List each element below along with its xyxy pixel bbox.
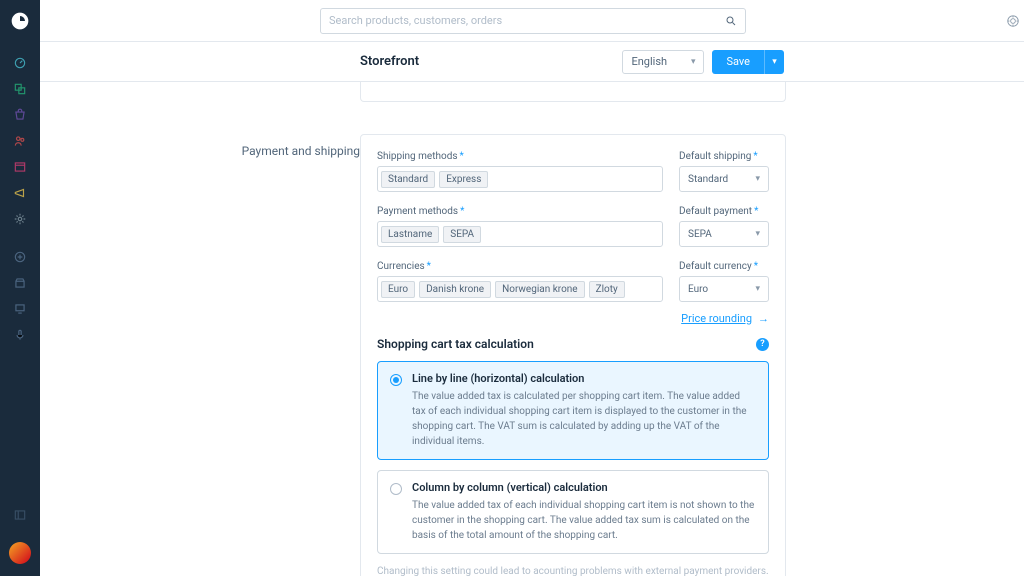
tax-option-horizontal[interactable]: Line by line (horizontal) calculation Th… [377, 361, 769, 460]
search-input[interactable] [329, 14, 725, 27]
language-select[interactable]: English ▾ [622, 50, 704, 74]
price-rounding-link[interactable]: Price rounding [681, 312, 752, 325]
tax-option-desc: The value added tax is calculated per sh… [412, 389, 756, 449]
nav-item-catalog[interactable] [0, 76, 40, 102]
default-payment-select[interactable]: SEPA▾ [679, 221, 769, 247]
radio-icon [390, 374, 402, 386]
tax-warning: Changing this setting could lead to acou… [377, 564, 769, 576]
tag[interactable]: Express [439, 171, 488, 188]
nav-item-marketing[interactable] [0, 180, 40, 206]
tag[interactable]: Norwegian krone [495, 281, 585, 298]
page-title: Storefront [360, 54, 419, 69]
chevron-down-icon: ▾ [755, 284, 760, 294]
payment-methods-label: Payment methods* [377, 206, 663, 217]
tag[interactable]: Standard [381, 171, 435, 188]
page-header: Storefront English ▾ Save ▾ [40, 42, 1024, 82]
nav-item-settings[interactable] [0, 206, 40, 232]
chevron-down-icon: ▾ [691, 57, 696, 67]
nav-item-store[interactable] [0, 270, 40, 296]
nav-item-orders[interactable] [0, 102, 40, 128]
tax-option-title: Column by column (vertical) calculation [412, 481, 756, 494]
user-avatar[interactable] [9, 542, 31, 564]
nav-item-add[interactable] [0, 244, 40, 270]
default-shipping-label: Default shipping* [679, 151, 769, 162]
tax-option-vertical[interactable]: Column by column (vertical) calculation … [377, 470, 769, 554]
tag[interactable]: Zloty [589, 281, 625, 298]
content-area: Payment and shipping Shipping methods* S… [40, 82, 1024, 576]
default-shipping-select[interactable]: Standard▾ [679, 166, 769, 192]
nav-item-dashboard[interactable] [0, 50, 40, 76]
global-search[interactable] [320, 8, 746, 34]
previous-card-bottom [360, 82, 786, 102]
topbar [40, 0, 1024, 42]
save-dropdown[interactable]: ▾ [764, 50, 784, 74]
nav-item-customers[interactable] [0, 128, 40, 154]
payment-shipping-card: Shipping methods* Standard Express Defau… [360, 134, 786, 576]
chevron-down-icon: ▾ [755, 174, 760, 184]
shipping-methods-label: Shipping methods* [377, 151, 663, 162]
nav-item-headless[interactable] [0, 296, 40, 322]
default-currency-label: Default currency* [679, 261, 769, 272]
nav-item-mic[interactable] [0, 322, 40, 348]
help-icon[interactable]: ? [756, 338, 769, 351]
section-title-payment: Payment and shipping [232, 134, 360, 576]
default-payment-label: Default payment* [679, 206, 769, 217]
tag[interactable]: Lastname [381, 226, 439, 243]
search-icon [725, 15, 737, 27]
radio-icon [390, 483, 402, 495]
tax-option-title: Line by line (horizontal) calculation [412, 372, 756, 385]
sidebar [0, 0, 40, 576]
tag[interactable]: SEPA [443, 226, 481, 243]
tag[interactable]: Euro [381, 281, 415, 298]
nav-item-content[interactable] [0, 154, 40, 180]
tag[interactable]: Danish krone [419, 281, 491, 298]
chevron-down-icon: ▾ [755, 229, 760, 239]
app-logo [9, 10, 31, 32]
default-currency-select[interactable]: Euro▾ [679, 276, 769, 302]
currencies-label: Currencies* [377, 261, 663, 272]
shipping-methods-input[interactable]: Standard Express [377, 166, 663, 192]
chevron-down-icon: ▾ [772, 57, 777, 67]
tax-calc-heading: Shopping cart tax calculation [377, 337, 534, 351]
sidebar-collapse[interactable] [0, 502, 40, 528]
currencies-input[interactable]: Euro Danish krone Norwegian krone Zloty [377, 276, 663, 302]
arrow-right-icon: → [758, 312, 769, 325]
payment-methods-input[interactable]: Lastname SEPA [377, 221, 663, 247]
save-button[interactable]: Save [712, 50, 764, 74]
help-icon[interactable] [1006, 14, 1020, 28]
tax-option-desc: The value added tax of each individual s… [412, 498, 756, 543]
